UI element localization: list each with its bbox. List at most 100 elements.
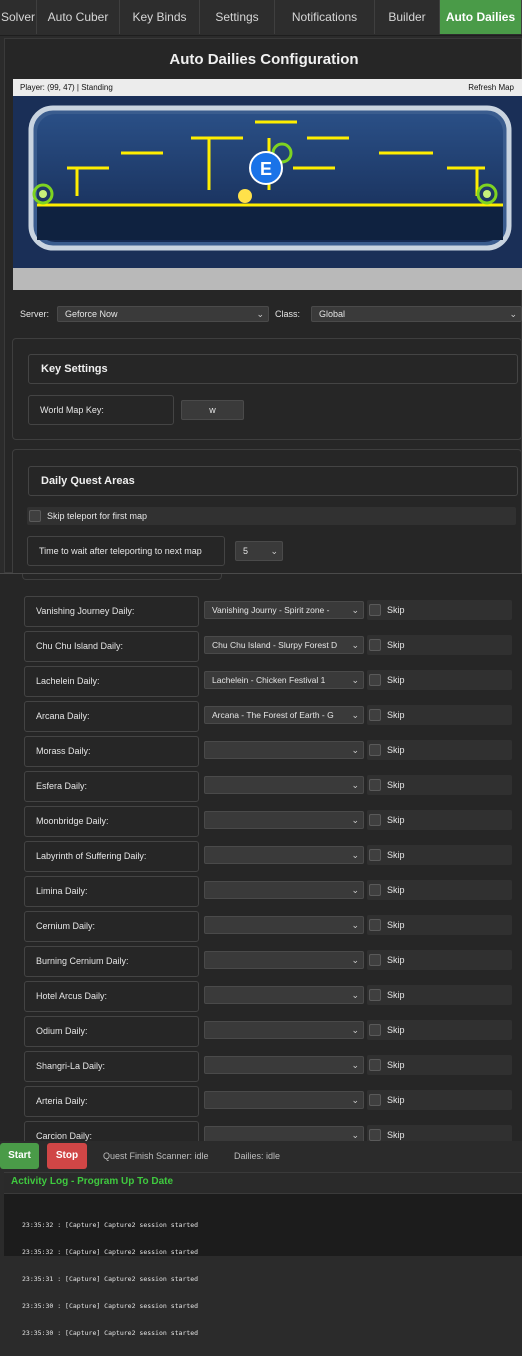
daily-skip-toggle[interactable]: Skip (367, 915, 512, 935)
daily-row: Lachelein Daily: Lachelein - Chicken Fest… (0, 666, 522, 699)
scanner-status: Quest Finish Scanner: idle (103, 1151, 209, 1161)
daily-skip-toggle[interactable]: Skip (367, 880, 512, 900)
daily-area-select[interactable]: ⌄ (204, 846, 364, 864)
daily-area-select[interactable]: Lachelein - Chicken Festival 1 ⌄ (204, 671, 364, 689)
tab-settings[interactable]: Settings (200, 0, 275, 34)
control-bar: Start Stop Quest Finish Scanner: idle Da… (0, 1141, 522, 1171)
daily-skip-checkbox[interactable] (369, 849, 381, 861)
daily-area-select[interactable]: ⌄ (204, 881, 364, 899)
chevron-down-icon: ⌄ (351, 1060, 359, 1070)
daily-area-select[interactable]: ⌄ (204, 741, 364, 759)
group-bottom-edge (22, 574, 222, 580)
daily-skip-checkbox[interactable] (369, 1094, 381, 1106)
daily-name-label: Odium Daily: (24, 1016, 199, 1047)
daily-skip-checkbox[interactable] (369, 884, 381, 896)
skip-teleport-label: Skip teleport for first map (47, 511, 148, 521)
daily-skip-label: Skip (387, 640, 405, 650)
daily-skip-checkbox[interactable] (369, 604, 381, 616)
tab-key-binds[interactable]: Key Binds (120, 0, 200, 34)
daily-area-select[interactable]: ⌄ (204, 1126, 364, 1142)
daily-name-label: Hotel Arcus Daily: (24, 981, 199, 1012)
minimap-graphic: E (13, 96, 522, 268)
log-line: 23:35:32 : [Capture] Capture2 session st… (22, 1221, 199, 1229)
daily-area-select[interactable]: ⌄ (204, 951, 364, 969)
daily-skip-label: Skip (387, 1095, 405, 1105)
daily-skip-toggle[interactable]: Skip (367, 985, 512, 1005)
daily-name-label: Esfera Daily: (24, 771, 199, 802)
tab-auto-cuber[interactable]: Auto Cuber (37, 0, 120, 34)
daily-skip-label: Skip (387, 710, 405, 720)
chevron-down-icon: ⌄ (351, 885, 359, 895)
daily-area-select[interactable]: ⌄ (204, 986, 364, 1004)
wait-time-select[interactable]: 5 ⌄ (235, 541, 283, 561)
daily-skip-label: Skip (387, 990, 405, 1000)
daily-area-select[interactable]: ⌄ (204, 776, 364, 794)
daily-skip-toggle[interactable]: Skip (367, 950, 512, 970)
daily-row: Carcion Daily: ⌄ Skip (0, 1121, 522, 1142)
server-select[interactable]: Geforce Now ⌄ (57, 306, 269, 322)
dailies-scroll-area[interactable]: Vanishing Journey Daily: Vanishing Journy… (0, 573, 522, 1142)
daily-name-label: Burning Cernium Daily: (24, 946, 199, 977)
daily-area-value: Lachelein - Chicken Festival 1 (212, 675, 326, 685)
daily-area-select[interactable]: ⌄ (204, 811, 364, 829)
daily-area-select[interactable]: Arcana - The Forest of Earth - G ⌄ (204, 706, 364, 724)
daily-skip-checkbox[interactable] (369, 814, 381, 826)
daily-skip-checkbox[interactable] (369, 989, 381, 1001)
log-line: 23:35:30 : [Capture] Capture2 session st… (22, 1329, 199, 1337)
world-map-key-input[interactable]: w (181, 400, 244, 420)
daily-skip-toggle[interactable]: Skip (367, 635, 512, 655)
daily-skip-toggle[interactable]: Skip (367, 1055, 512, 1075)
stop-button[interactable]: Stop (47, 1143, 87, 1169)
class-select[interactable]: Global ⌄ (311, 306, 522, 322)
tab-builder[interactable]: Builder (375, 0, 440, 34)
daily-row: Shangri-La Daily: ⌄ Skip (0, 1051, 522, 1084)
log-line: 23:35:32 : [Capture] Capture2 session st… (22, 1248, 199, 1256)
daily-skip-checkbox[interactable] (369, 744, 381, 756)
daily-skip-toggle[interactable]: Skip (367, 845, 512, 865)
chevron-down-icon: ⌄ (351, 815, 359, 825)
daily-skip-label: Skip (387, 885, 405, 895)
log-line: 23:35:31 : [Capture] Capture2 session st… (22, 1275, 199, 1283)
skip-teleport-checkbox[interactable] (29, 510, 41, 522)
daily-row: Esfera Daily: ⌄ Skip (0, 771, 522, 804)
tab-auto-dailies[interactable]: Auto Dailies (440, 0, 522, 34)
start-button[interactable]: Start (0, 1143, 39, 1169)
daily-skip-checkbox[interactable] (369, 1059, 381, 1071)
daily-area-select[interactable]: ⌄ (204, 1056, 364, 1074)
daily-skip-toggle[interactable]: Skip (367, 1090, 512, 1110)
daily-skip-checkbox[interactable] (369, 919, 381, 931)
daily-area-select[interactable]: ⌄ (204, 1021, 364, 1039)
daily-area-select[interactable]: Vanishing Journy - Spirit zone - ⌄ (204, 601, 364, 619)
daily-area-select[interactable]: Chu Chu Island - Slurpy Forest D ⌄ (204, 636, 364, 654)
daily-row: Cernium Daily: ⌄ Skip (0, 911, 522, 944)
daily-skip-toggle[interactable]: Skip (367, 1125, 512, 1142)
map-npc-marker: E (249, 151, 283, 185)
daily-skip-toggle[interactable]: Skip (367, 740, 512, 760)
daily-skip-checkbox[interactable] (369, 674, 381, 686)
daily-area-select[interactable]: ⌄ (204, 1091, 364, 1109)
daily-skip-checkbox[interactable] (369, 954, 381, 966)
daily-skip-checkbox[interactable] (369, 1129, 381, 1141)
wait-time-value: 5 (243, 546, 249, 556)
daily-skip-toggle[interactable]: Skip (367, 810, 512, 830)
daily-skip-toggle[interactable]: Skip (367, 1020, 512, 1040)
daily-skip-label: Skip (387, 745, 405, 755)
daily-skip-toggle[interactable]: Skip (367, 600, 512, 620)
tab-solver[interactable]: Solver (0, 0, 37, 34)
skip-teleport-row[interactable]: Skip teleport for first map (27, 507, 516, 525)
daily-skip-checkbox[interactable] (369, 709, 381, 721)
daily-skip-checkbox[interactable] (369, 779, 381, 791)
daily-name-label: Arteria Daily: (24, 1086, 199, 1117)
daily-skip-toggle[interactable]: Skip (367, 670, 512, 690)
wait-time-label: Time to wait after teleporting to next m… (27, 536, 225, 566)
activity-log-title: Activity Log - Program Up To Date (11, 1176, 174, 1187)
daily-skip-toggle[interactable]: Skip (367, 775, 512, 795)
daily-skip-checkbox[interactable] (369, 1024, 381, 1036)
daily-skip-checkbox[interactable] (369, 639, 381, 651)
daily-skip-label: Skip (387, 780, 405, 790)
daily-row: Moonbridge Daily: ⌄ Skip (0, 806, 522, 839)
refresh-map-button[interactable]: Refresh Map (468, 79, 514, 96)
daily-skip-toggle[interactable]: Skip (367, 705, 512, 725)
daily-area-select[interactable]: ⌄ (204, 916, 364, 934)
tab-notifications[interactable]: Notifications (275, 0, 375, 34)
